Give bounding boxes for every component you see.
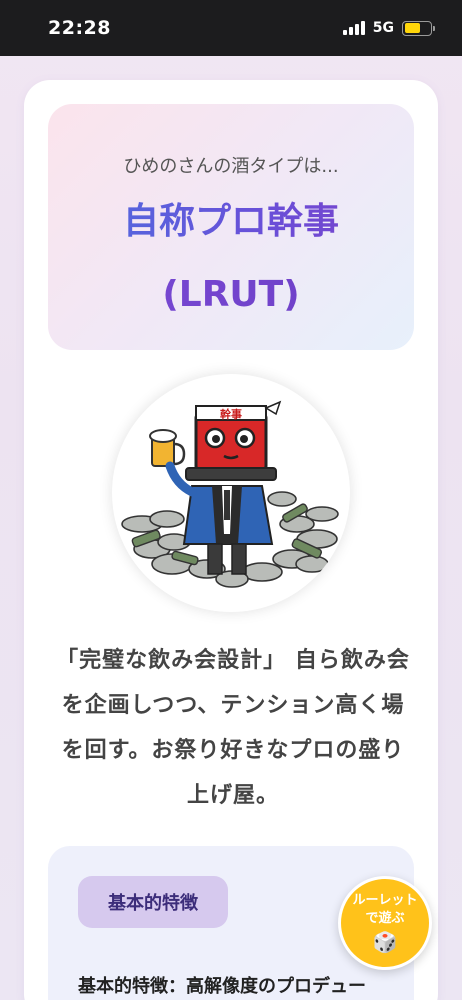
result-intro: ひめのさんの酒タイプは... [123, 156, 339, 177]
roulette-label: ルーレットで遊ぶ [352, 893, 418, 926]
network-label: 5G [372, 20, 394, 36]
dice-icon: 🎲 [372, 930, 398, 954]
character-avatar: 幹事 [112, 374, 350, 612]
roulette-button[interactable]: ルーレットで遊ぶ 🎲 [338, 876, 432, 970]
status-time: 22:28 [48, 17, 111, 39]
section-tag: 基本的特徴 [78, 876, 228, 928]
section-heading: 基本的特徴：高解像度のプロデュー [78, 972, 398, 998]
battery-icon [402, 20, 435, 36]
headband-text: 幹事 [220, 407, 242, 421]
signal-icon [342, 21, 365, 35]
beer-mug-icon [149, 429, 186, 467]
status-icons: 5G [342, 20, 435, 36]
type-name: 自称プロ幹事 [48, 200, 414, 243]
kanji-character-illustration: 幹事 [121, 400, 339, 588]
type-description: 「完璧な飲み会設計」 自ら飲み会を企画しつつ、テンション高く場を回す。お祭り好き… [56, 648, 410, 808]
type-code: (LRUT) [48, 274, 414, 315]
result-header: ひめのさんの酒タイプは... 自称プロ幹事 (LRUT) [48, 104, 414, 350]
battery-level [404, 23, 420, 33]
status-bar: 22:28 5G [0, 0, 462, 56]
result-card: ひめのさんの酒タイプは... 自称プロ幹事 (LRUT) 幹事 「完璧な飲み会設… [24, 80, 438, 1000]
